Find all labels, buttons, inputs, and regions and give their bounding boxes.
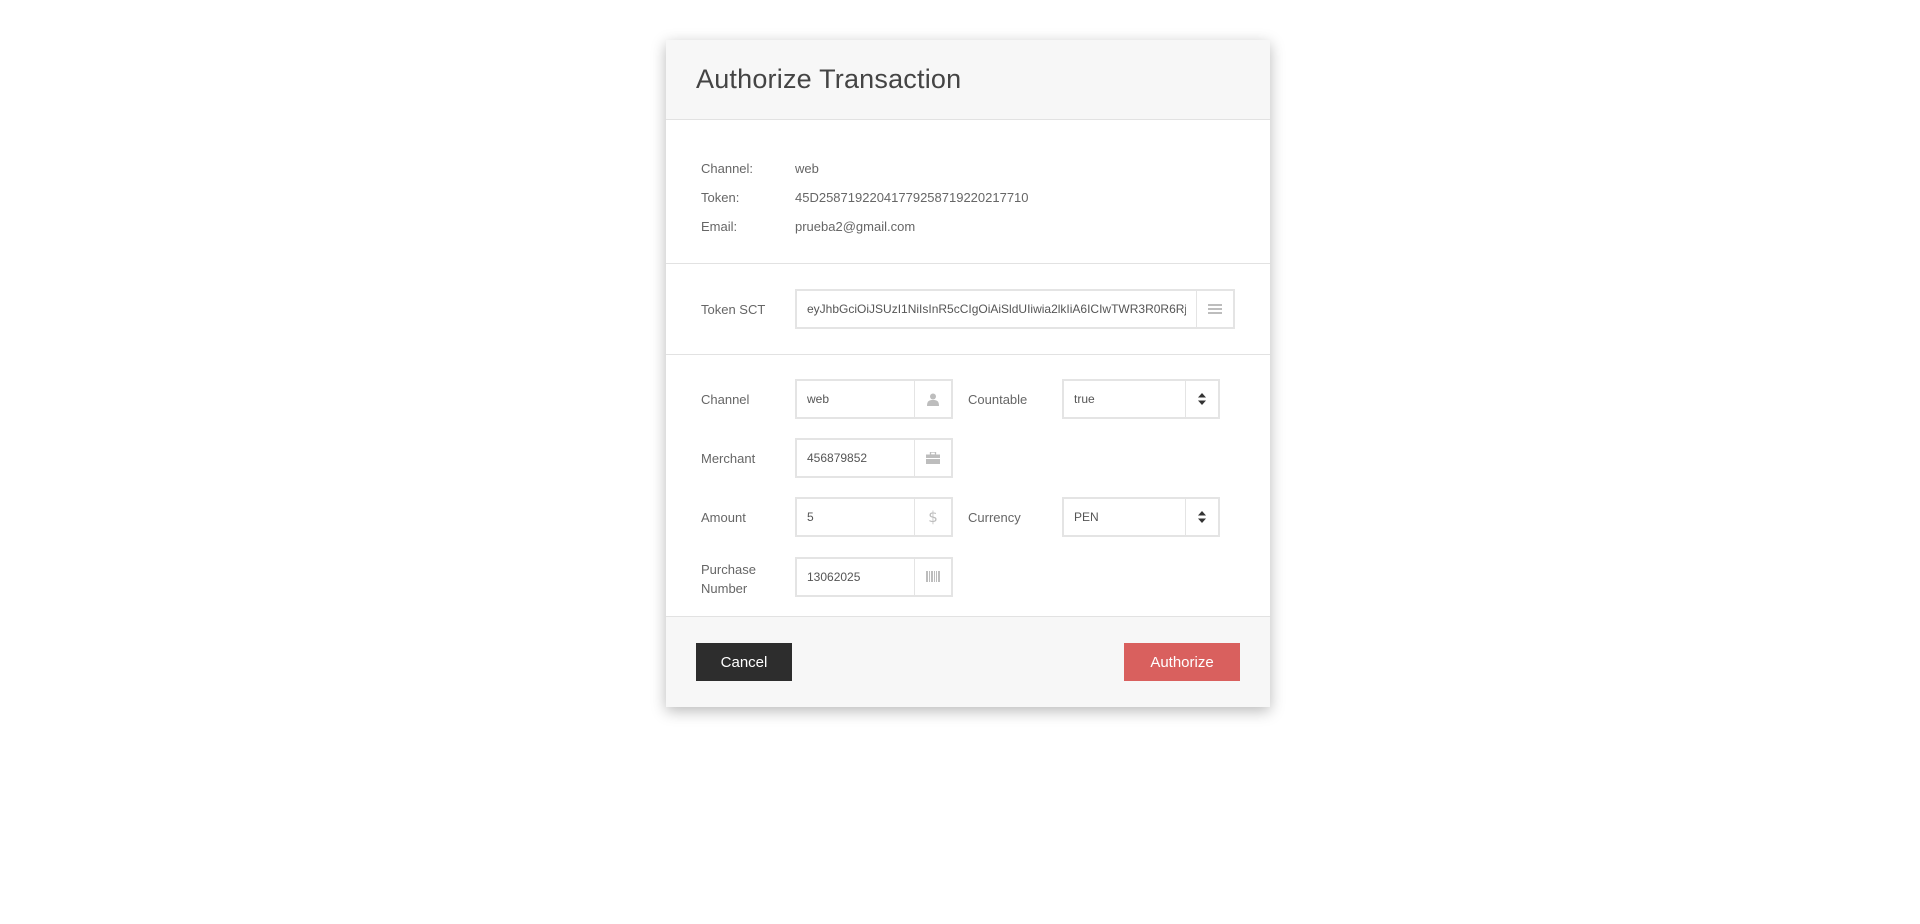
form-row-4: Purchase Number bbox=[701, 556, 1235, 598]
merchant-field bbox=[795, 438, 953, 478]
purchase-number-col: Purchase Number bbox=[701, 556, 983, 598]
list-icon bbox=[1196, 291, 1233, 327]
purchase-number-field bbox=[795, 556, 953, 597]
info-row-token: Token: 45D25871922041779258719220217710 bbox=[701, 183, 1235, 212]
info-email-value: prueba2@gmail.com bbox=[795, 219, 916, 234]
cancel-button[interactable]: Cancel bbox=[696, 643, 792, 681]
svg-text:$: $ bbox=[928, 509, 938, 525]
transaction-form: Channel Countable true bbox=[666, 355, 1270, 617]
channel-label: Channel bbox=[701, 391, 750, 407]
token-sct-input[interactable] bbox=[797, 291, 1196, 327]
countable-col: Countable true bbox=[968, 379, 1235, 419]
modal-title: Authorize Transaction bbox=[696, 64, 962, 94]
sort-arrows-icon bbox=[1185, 381, 1218, 417]
authorize-transaction-modal: Authorize Transaction Channel: web Token… bbox=[666, 40, 1270, 707]
briefcase-icon bbox=[914, 440, 951, 476]
token-sct-section: Token SCT bbox=[666, 264, 1270, 355]
info-row-channel: Channel: web bbox=[701, 154, 1235, 183]
transaction-info: Channel: web Token: 45D25871922041779258… bbox=[666, 120, 1270, 264]
currency-label: Currency bbox=[968, 509, 1021, 525]
modal-header: Authorize Transaction bbox=[666, 40, 1270, 120]
info-channel-label: Channel: bbox=[701, 161, 754, 176]
info-token-label: Token: bbox=[701, 190, 740, 205]
merchant-input[interactable] bbox=[797, 440, 914, 476]
countable-label: Countable bbox=[968, 391, 1028, 407]
amount-field: $ bbox=[795, 497, 953, 537]
currency-col: Currency PEN bbox=[968, 497, 1235, 537]
purchase-number-input[interactable] bbox=[797, 558, 914, 595]
channel-field bbox=[795, 379, 953, 419]
info-email-label: Email: bbox=[701, 219, 738, 234]
info-row-email: Email: prueba2@gmail.com bbox=[701, 212, 1235, 241]
currency-selected-value: PEN bbox=[1074, 510, 1099, 524]
amount-col: Amount $ bbox=[701, 497, 968, 537]
barcode-icon bbox=[914, 558, 951, 595]
channel-input[interactable] bbox=[797, 381, 914, 417]
form-row-3: Amount $ Currency PEN bbox=[701, 497, 1235, 537]
channel-col: Channel bbox=[701, 379, 968, 419]
countable-select[interactable]: true bbox=[1062, 379, 1220, 419]
modal-footer: Cancel Authorize bbox=[666, 617, 1270, 707]
user-icon bbox=[914, 381, 951, 417]
merchant-label: Merchant bbox=[701, 450, 756, 466]
sort-arrows-icon bbox=[1185, 499, 1218, 535]
info-channel-value: web bbox=[795, 161, 819, 176]
amount-label: Amount bbox=[701, 509, 746, 525]
authorize-button[interactable]: Authorize bbox=[1124, 643, 1240, 681]
purchase-number-label: Purchase Number bbox=[701, 561, 756, 596]
form-row-2: Merchant bbox=[701, 438, 1235, 478]
info-token-value: 45D25871922041779258719220217710 bbox=[795, 190, 1029, 205]
token-sct-field bbox=[795, 289, 1235, 329]
dollar-icon: $ bbox=[914, 499, 951, 535]
token-sct-label: Token SCT bbox=[701, 301, 766, 317]
amount-input[interactable] bbox=[797, 499, 914, 535]
currency-select[interactable]: PEN bbox=[1062, 497, 1220, 537]
merchant-col: Merchant bbox=[701, 438, 983, 478]
form-row-1: Channel Countable true bbox=[701, 379, 1235, 419]
countable-selected-value: true bbox=[1074, 392, 1095, 406]
